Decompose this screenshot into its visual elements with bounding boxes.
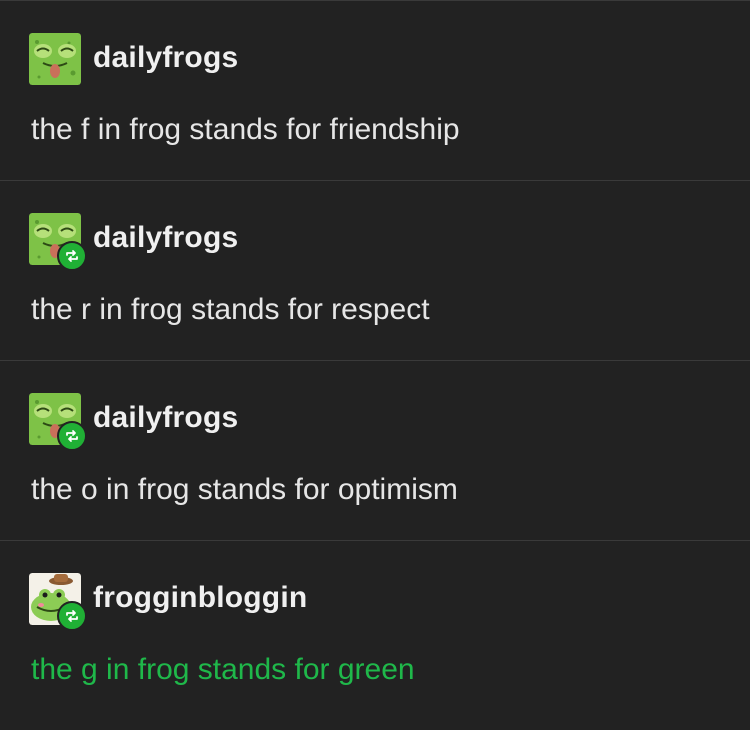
reblog-badge xyxy=(57,241,87,271)
post-text: the o in frog stands for optimism xyxy=(31,473,458,506)
post-text: the f in frog stands for friendship xyxy=(31,113,460,146)
username[interactable]: dailyfrogs xyxy=(93,221,238,255)
post: dailyfrogs the o in frog stands for opti… xyxy=(0,361,750,541)
post: dailyfrogs the r in frog stands for resp… xyxy=(0,181,750,361)
avatar[interactable] xyxy=(29,213,87,271)
reblog-icon xyxy=(66,610,78,622)
avatar[interactable] xyxy=(29,573,87,631)
reblog-icon xyxy=(66,430,78,442)
username[interactable]: frogginbloggin xyxy=(93,581,307,615)
username[interactable]: dailyfrogs xyxy=(93,401,238,435)
post-header: dailyfrogs xyxy=(29,213,238,271)
post-header: frogginbloggin xyxy=(29,573,307,631)
post-text: the g in frog stands for green xyxy=(31,653,415,686)
post-text: the r in frog stands for respect xyxy=(31,293,430,326)
avatar[interactable] xyxy=(29,33,81,85)
frog-avatar-icon xyxy=(29,33,81,85)
post-header: dailyfrogs xyxy=(29,393,238,451)
post: frogginbloggin the g in frog stands for … xyxy=(0,541,750,727)
reblog-badge xyxy=(57,601,87,631)
post: dailyfrogs the f in frog stands for frie… xyxy=(0,1,750,181)
reblog-thread: dailyfrogs the f in frog stands for frie… xyxy=(0,0,750,730)
avatar[interactable] xyxy=(29,393,87,451)
reblog-icon xyxy=(66,250,78,262)
username[interactable]: dailyfrogs xyxy=(93,41,238,75)
post-header: dailyfrogs xyxy=(29,33,238,85)
reblog-badge xyxy=(57,421,87,451)
